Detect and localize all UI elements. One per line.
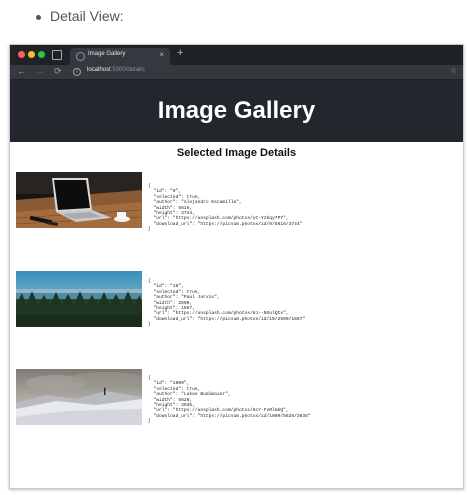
page-header: Image Gallery bbox=[10, 80, 463, 142]
image-thumbnail-10[interactable] bbox=[16, 271, 142, 327]
snowy-mountain-photo bbox=[16, 369, 142, 425]
url-host: localhost bbox=[87, 67, 111, 73]
forward-button[interactable]: → bbox=[36, 66, 45, 76]
url-path: :5000/details bbox=[110, 67, 145, 73]
tab-bar: Image Gallery × + bbox=[10, 45, 463, 65]
tab-overview-icon[interactable] bbox=[52, 50, 62, 60]
page-title: Image Gallery bbox=[157, 97, 316, 124]
laptop-on-desk-photo bbox=[16, 172, 142, 228]
image-thumbnail-1000[interactable] bbox=[16, 369, 142, 425]
caption-bullet-item: Detail View: bbox=[36, 8, 124, 24]
browser-toolbar: ← → ⟳ i localhost:5000/details ☆ bbox=[10, 65, 463, 80]
image-json-10: { "id": "10", "selected": true, "author"… bbox=[148, 279, 306, 328]
reload-button[interactable]: ⟳ bbox=[54, 66, 62, 77]
maximize-window-icon[interactable] bbox=[38, 51, 45, 58]
image-json-1000: { "id": "1000", "selected": true, "autho… bbox=[148, 376, 311, 425]
site-info-icon[interactable]: i bbox=[73, 68, 81, 76]
caption-text: Detail View: bbox=[50, 8, 124, 24]
back-button[interactable]: ← bbox=[17, 66, 26, 76]
browser-window: Image Gallery × + ← → ⟳ i localhost:5000… bbox=[9, 44, 464, 489]
new-tab-button[interactable]: + bbox=[177, 47, 183, 59]
bullet-icon bbox=[36, 14, 41, 20]
image-json-0: { "id": "0", "selected": true, "author":… bbox=[148, 184, 303, 233]
forest-lake-photo bbox=[16, 271, 142, 327]
bookmark-star-icon[interactable]: ☆ bbox=[450, 66, 457, 75]
tab-image-gallery[interactable]: Image Gallery × bbox=[70, 48, 170, 65]
close-window-icon[interactable] bbox=[18, 51, 25, 58]
minimize-window-icon[interactable] bbox=[28, 51, 35, 58]
section-title: Selected Image Details bbox=[176, 147, 297, 159]
tab-close-icon[interactable]: × bbox=[159, 50, 164, 59]
globe-icon bbox=[76, 52, 85, 61]
image-thumbnail-0[interactable] bbox=[16, 172, 142, 228]
tab-title: Image Gallery bbox=[88, 51, 126, 57]
address-bar[interactable]: localhost:5000/details bbox=[87, 67, 145, 73]
